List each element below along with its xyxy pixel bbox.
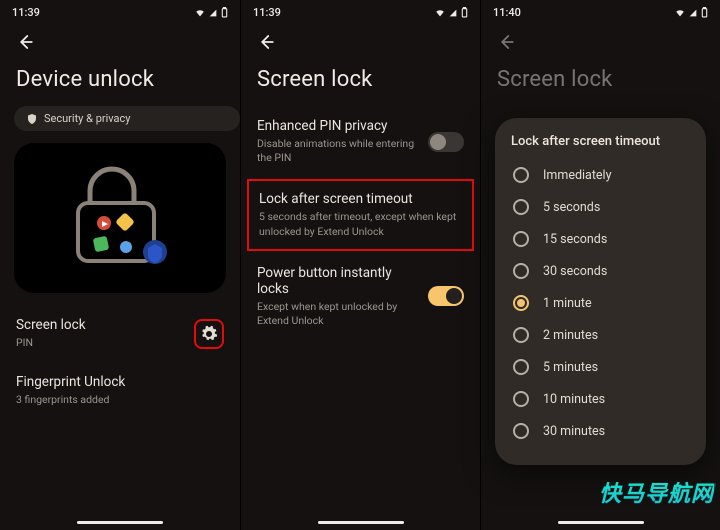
radio-icon <box>513 263 529 279</box>
battery-icon <box>461 7 468 18</box>
option-label: 30 minutes <box>543 424 605 439</box>
row-screen-lock[interactable]: Screen lock PIN <box>0 305 240 362</box>
row-title: Power button instantly locks <box>257 265 420 297</box>
option-label: 30 seconds <box>543 264 607 279</box>
option-1-minute[interactable]: 1 minute <box>511 287 690 319</box>
option-immediately[interactable]: Immediately <box>511 159 690 191</box>
row-title: Lock after screen timeout <box>259 191 462 207</box>
screen-lock-settings-button[interactable] <box>194 319 224 349</box>
dialog-title: Lock after screen timeout <box>511 134 690 149</box>
row-title: Fingerprint Unlock <box>16 374 224 390</box>
option-5-seconds[interactable]: 5 seconds <box>511 191 690 223</box>
shield-icon <box>26 113 38 125</box>
chip-label: Security & privacy <box>44 112 130 125</box>
radio-icon <box>513 423 529 439</box>
status-bar: 11:40 <box>481 0 720 21</box>
option-15-seconds[interactable]: 15 seconds <box>511 223 690 255</box>
nav-handle[interactable] <box>318 521 404 524</box>
battery-icon <box>221 7 228 18</box>
row-fingerprint[interactable]: Fingerprint Unlock 3 fingerprints added <box>0 362 240 419</box>
option-label: 1 minute <box>543 296 592 311</box>
screen-lock-timeout-dialog: 11:40 Screen lock Lock after screen time… <box>480 0 720 530</box>
radio-icon <box>513 391 529 407</box>
row-power-button-locks[interactable]: Power button instantly locks Except when… <box>241 253 480 340</box>
status-icons <box>435 7 468 18</box>
option-2-minutes[interactable]: 2 minutes <box>511 319 690 351</box>
option-5-minutes[interactable]: 5 minutes <box>511 351 690 383</box>
signal-icon <box>689 8 697 18</box>
row-enhanced-pin[interactable]: Enhanced PIN privacy Disable animations … <box>241 106 480 177</box>
status-time: 11:39 <box>12 6 40 19</box>
status-time: 11:39 <box>253 6 281 19</box>
signal-icon <box>449 8 457 18</box>
option-label: Immediately <box>543 168 612 183</box>
radio-icon <box>513 167 529 183</box>
status-bar: 11:39 <box>0 0 240 21</box>
wifi-icon <box>435 8 445 18</box>
row-subtitle: 3 fingerprints added <box>16 393 224 407</box>
status-icons <box>195 7 228 18</box>
lock-illustration-icon <box>40 153 200 283</box>
row-subtitle: Disable animations while entering the PI… <box>257 137 420 165</box>
gear-icon <box>200 325 218 343</box>
back-arrow-icon <box>16 33 34 51</box>
row-title: Enhanced PIN privacy <box>257 118 420 134</box>
breadcrumb-chip[interactable]: Security & privacy <box>14 106 240 131</box>
nav-handle[interactable] <box>558 521 644 524</box>
back-button[interactable] <box>481 21 720 61</box>
dialog-lock-after-timeout: Lock after screen timeout Immediately 5 s… <box>495 118 706 465</box>
option-label: 5 seconds <box>543 200 600 215</box>
watermark: 快马导航网 <box>599 476 714 508</box>
back-button[interactable] <box>241 21 480 61</box>
page-title: Screen lock <box>481 61 720 106</box>
wifi-icon <box>675 8 685 18</box>
status-bar: 11:39 <box>241 0 480 21</box>
row-subtitle: PIN <box>16 336 86 350</box>
option-30-seconds[interactable]: 30 seconds <box>511 255 690 287</box>
page-title: Device unlock <box>0 61 240 106</box>
option-30-minutes[interactable]: 30 minutes <box>511 415 690 447</box>
option-10-minutes[interactable]: 10 minutes <box>511 383 690 415</box>
option-label: 2 minutes <box>543 328 598 343</box>
nav-handle[interactable] <box>77 521 163 524</box>
hero-illustration <box>14 143 226 293</box>
row-subtitle: Except when kept unlocked by Extend Unlo… <box>257 300 420 328</box>
wifi-icon <box>195 8 205 18</box>
toggle-power-locks[interactable] <box>428 286 464 306</box>
page-title: Screen lock <box>241 61 480 106</box>
status-time: 11:40 <box>493 6 521 19</box>
radio-icon <box>513 327 529 343</box>
radio-icon <box>513 199 529 215</box>
row-title: Screen lock <box>16 317 86 333</box>
battery-icon <box>701 7 708 18</box>
screen-screen-lock-settings: 11:39 Screen lock Enhanced PIN privacy D… <box>240 0 480 530</box>
signal-icon <box>209 8 217 18</box>
row-lock-after-timeout[interactable]: Lock after screen timeout 5 seconds afte… <box>247 179 474 250</box>
option-label: 15 seconds <box>543 232 607 247</box>
option-label: 5 minutes <box>543 360 598 375</box>
radio-icon <box>513 295 529 311</box>
screen-device-unlock: 11:39 Device unlock Security & privacy <box>0 0 240 530</box>
back-arrow-icon <box>497 33 515 51</box>
back-button[interactable] <box>0 21 240 61</box>
toggle-enhanced-pin[interactable] <box>428 132 464 152</box>
radio-icon <box>513 231 529 247</box>
radio-icon <box>513 359 529 375</box>
row-subtitle: 5 seconds after timeout, except when kep… <box>259 210 462 238</box>
status-icons <box>675 7 708 18</box>
back-arrow-icon <box>257 33 275 51</box>
option-label: 10 minutes <box>543 392 605 407</box>
